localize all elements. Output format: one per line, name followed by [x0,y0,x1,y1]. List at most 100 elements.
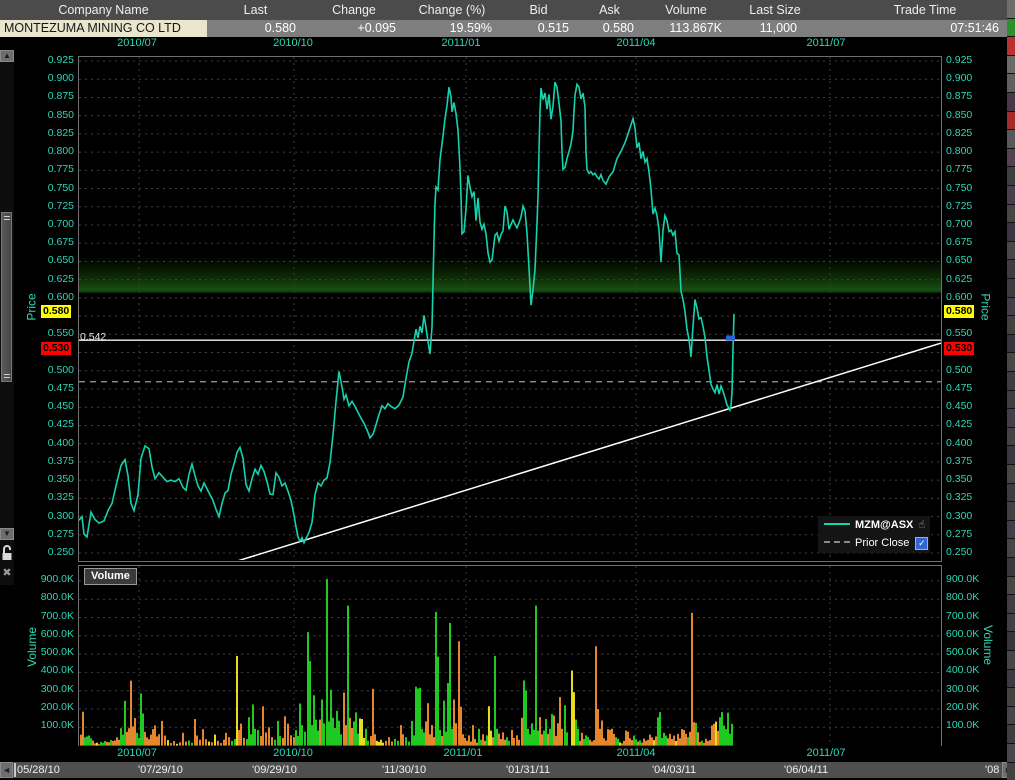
volume-bar [529,734,531,745]
last-value: 0.580 [207,20,304,37]
vertical-scrollbar[interactable]: ▲ ▼ ✖ [0,50,14,585]
volume-bar [196,736,198,746]
price-tick-label: 0.600 [946,291,972,304]
unlock-icon[interactable] [1,544,13,561]
volume-bar [587,737,589,745]
volume-bar [429,734,431,745]
prior-close-checkbox[interactable]: ✓ [915,537,928,550]
volume-chart-panel[interactable] [78,565,942,748]
col-trade-time: Trade Time [845,0,1005,20]
scroll-left-icon: ◄ [2,765,11,775]
edge-strip-segment [1007,651,1015,669]
scrollbar-date[interactable]: '07/29/10 [138,762,183,778]
scrollbar-date[interactable]: '11/30/10 [382,762,426,778]
volume-bar [508,741,510,746]
edge-strip-segment [1007,186,1015,204]
volume-bar [543,731,545,746]
volume-bar [394,739,396,746]
volume-bar [681,729,683,745]
bottom-date-label: 2010/10 [273,747,313,760]
alert-price-label: 0.530 [944,342,974,355]
volume-bar [185,742,187,746]
volume-bar [254,729,256,746]
edge-strip-segment [1007,335,1015,353]
scrollbar-date[interactable]: '08 [985,762,999,778]
volume-bar [238,730,240,746]
company-name-cell[interactable]: MONTEZUMA MINING CO LTD [0,20,207,37]
alert-price-label: 0.530 [41,342,71,355]
edge-strip-segment [1007,558,1015,576]
right-edge-strip [1007,0,1015,778]
volume-bar [687,737,689,745]
price-tick-label: 0.875 [946,90,972,103]
price-tick-label: 0.550 [28,327,74,340]
volume-bar [274,740,276,746]
volume-bar [549,729,551,746]
edge-strip-segment [1007,316,1015,334]
volume-bar [423,732,425,745]
volume-bar [453,699,455,745]
scrollbar-date[interactable]: '09/29/10 [252,762,297,778]
volume-bar [725,729,727,745]
volume-bar [545,719,547,746]
volume-bar [566,732,568,745]
volume-bar [351,728,353,746]
volume-bar [372,689,374,746]
scroll-left-button[interactable]: ◄ [0,762,13,778]
close-icon[interactable]: ✖ [0,566,14,580]
scrollbar-date[interactable]: 05/28/10 [17,762,60,778]
volume-bar [279,736,281,746]
volume-bar [625,731,627,746]
edge-strip-segment [1007,744,1015,762]
volume-bar [603,738,605,745]
volume-bar [287,724,289,746]
volume-bar [669,734,671,746]
scroll-up-button[interactable]: ▲ [0,50,14,62]
volume-bar [84,737,86,745]
volume-bar [332,718,334,746]
volume-bar [441,736,443,746]
volume-bar [504,740,506,746]
scrollbar-date[interactable]: '01/31/11 [506,762,550,778]
series-label[interactable]: MZM@ASX [855,519,913,531]
volume-bar [601,721,603,746]
scrollbar-date[interactable]: '06/04/11 [784,762,828,778]
price-line[interactable] [79,82,734,543]
top-date-label: 2011/01 [442,37,481,50]
volume-bar [82,712,84,746]
volume-tab[interactable]: Volume [84,568,137,585]
col-last: Last [207,0,304,20]
bottom-date-label: 2011/07 [807,747,846,760]
price-chart-panel[interactable] [78,56,942,562]
volume-bar [408,742,410,746]
horizontal-scrollbar[interactable]: ◄ ► 05/28/10'07/29/10'09/29/10'11/30/10'… [0,762,1015,778]
volume-bar [361,719,363,746]
top-date-label: 2010/07 [117,37,157,50]
volume-bar [338,721,340,746]
volume-bar [494,656,496,746]
volume-bar [365,729,367,746]
volume-bar [385,741,387,746]
volume-bar [326,579,328,746]
scroll-down-button[interactable]: ▼ [0,528,14,540]
edge-strip-segment [1007,688,1015,706]
price-tick-label: 0.825 [946,127,972,140]
volume-bar [677,734,679,746]
volume-bar [167,740,169,745]
volume-bar [148,739,150,745]
price-tick-label: 0.850 [946,109,972,122]
scrollbar-date[interactable]: '04/03/11 [652,762,696,778]
price-tick-label: 0.925 [946,54,972,67]
volume-bar [581,733,583,746]
volume-bar [609,730,611,746]
volume-bar [330,690,332,746]
volume-bar [647,740,649,746]
edge-strip-segment [1007,298,1015,316]
volume-bar [88,736,90,746]
volume-bar [374,734,376,745]
volume-bar [411,721,413,746]
volume-bar [290,735,292,745]
scrollbar-thumb[interactable] [1,212,12,382]
volume-bar [500,739,502,746]
volume-bar [577,729,579,746]
